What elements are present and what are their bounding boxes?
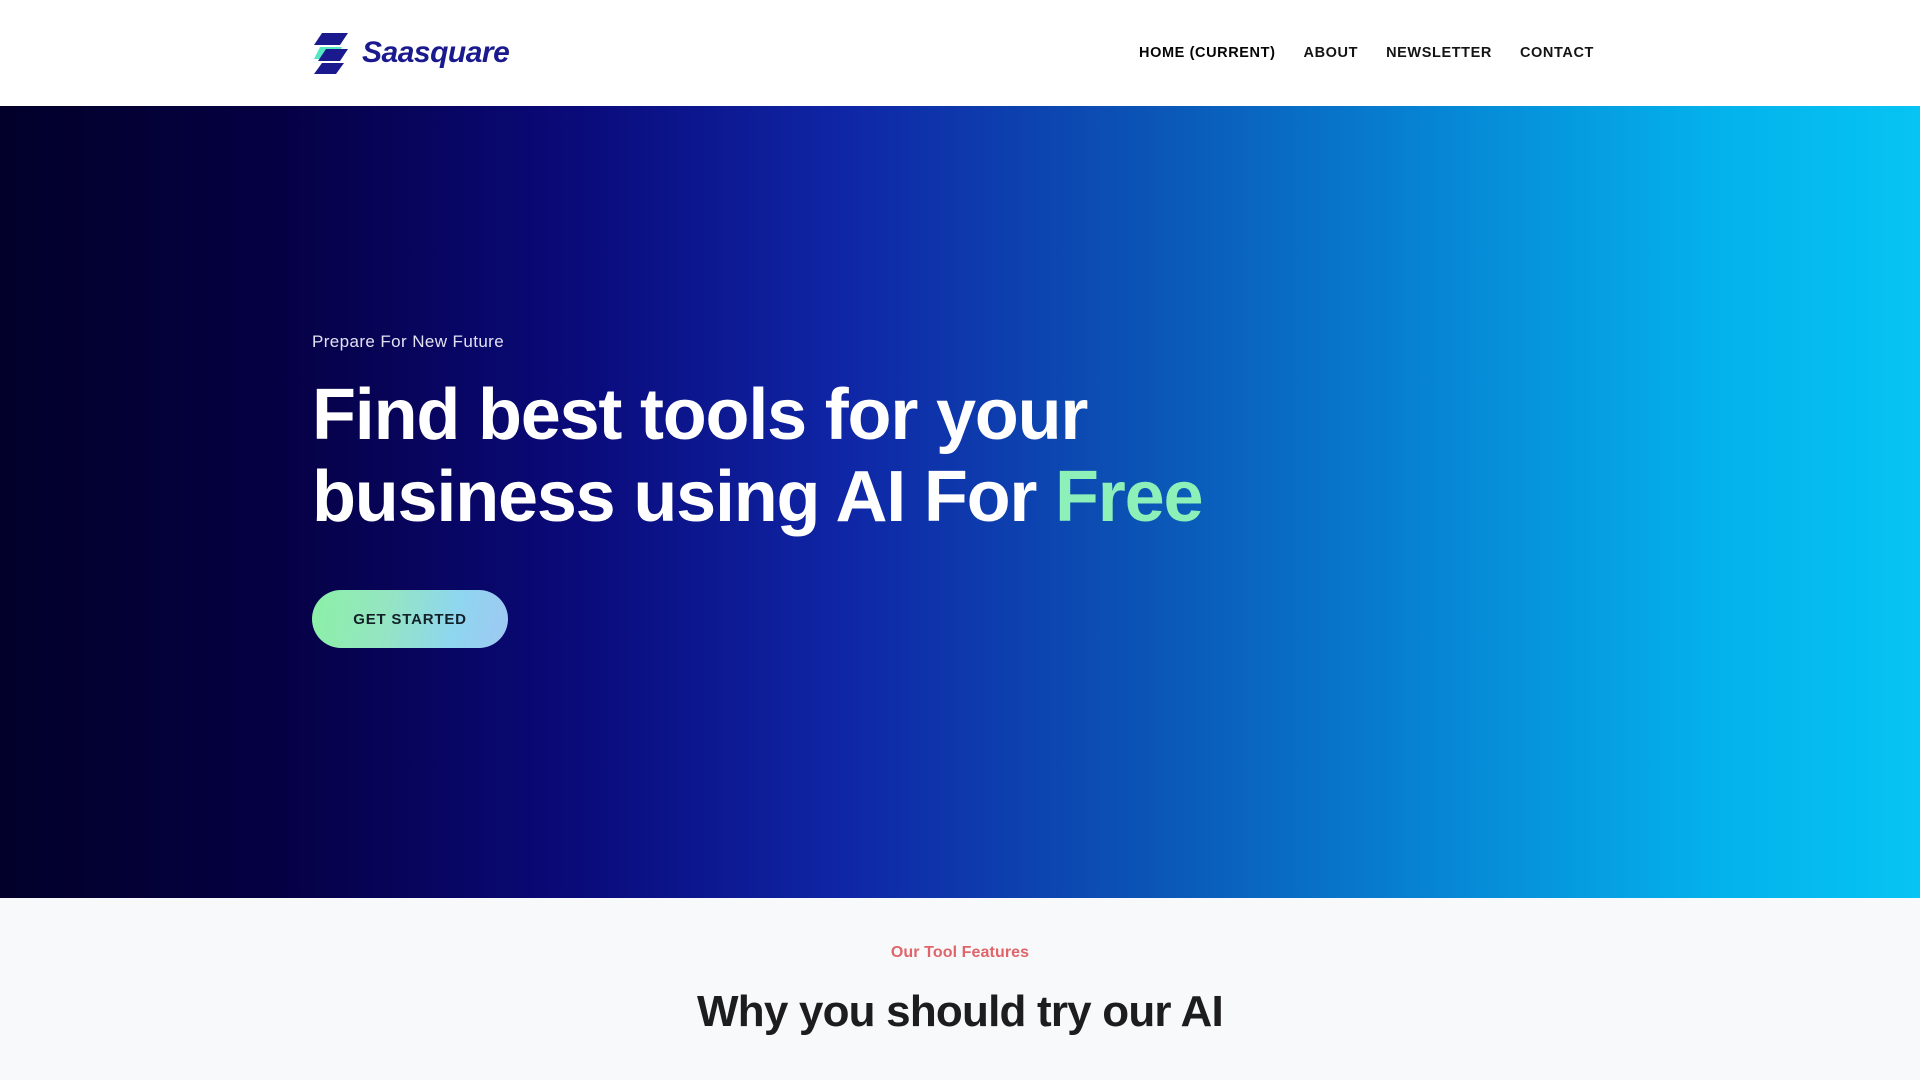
site-header: Saasquare HOME (CURRENT) ABOUT NEWSLETTE… bbox=[0, 0, 1920, 106]
hero-eyebrow: Prepare For New Future bbox=[312, 331, 505, 351]
hero-title-accent: Free bbox=[1055, 457, 1203, 537]
features-title: Why you should try our AI bbox=[697, 987, 1224, 1036]
nav-link-home[interactable]: HOME (CURRENT) bbox=[1125, 39, 1289, 67]
brand-name: Saasquare bbox=[362, 36, 510, 69]
nav-link-contact[interactable]: CONTACT bbox=[1506, 39, 1608, 67]
hero-section: Prepare For New Future Find best tools f… bbox=[0, 106, 1920, 898]
nav-link-newsletter[interactable]: NEWSLETTER bbox=[1372, 39, 1506, 67]
hero-title-line-2: business using AI For bbox=[312, 457, 1056, 537]
features-eyebrow: Our Tool Features bbox=[890, 944, 1030, 961]
nav-link-about[interactable]: ABOUT bbox=[1290, 39, 1373, 67]
landing-page: Saasquare HOME (CURRENT) ABOUT NEWSLETTE… bbox=[0, 0, 1920, 1080]
hero-title: Find best tools for your business using … bbox=[312, 374, 1204, 538]
saasquare-logo-icon bbox=[314, 33, 348, 74]
features-section: Our Tool Features Why you should try our… bbox=[0, 898, 1920, 1080]
hero-content: Prepare For New Future Find best tools f… bbox=[312, 106, 1204, 898]
main-navigation: HOME (CURRENT) ABOUT NEWSLETTER CONTACT bbox=[1125, 39, 1608, 67]
get-started-button[interactable]: GET STARTED bbox=[312, 590, 508, 649]
header-container: Saasquare HOME (CURRENT) ABOUT NEWSLETTE… bbox=[0, 31, 1920, 75]
brand-logo-link[interactable]: Saasquare bbox=[312, 31, 510, 75]
hero-title-line-1: Find best tools for your bbox=[312, 374, 1088, 455]
